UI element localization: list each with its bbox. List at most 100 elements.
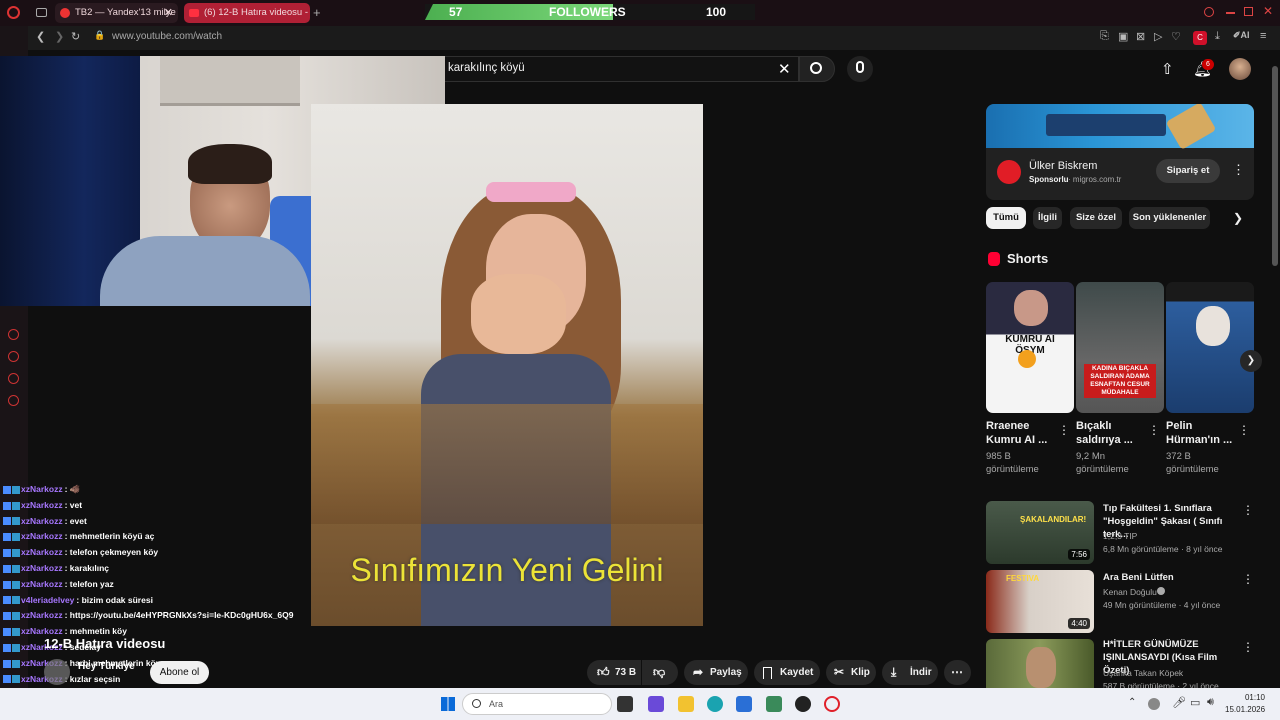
tab-overview-icon[interactable] [36,8,47,17]
url-field[interactable]: www.youtube.com/watch [112,31,222,42]
tray-volume-icon[interactable]: 🔊︎ [1207,696,1214,709]
start-menu-icon[interactable] [441,697,455,711]
share-button[interactable]: ➦ Paylaş [684,660,748,685]
chat-username[interactable]: xzNarkozz [21,500,63,510]
rec-menu-icon-3[interactable]: ⋮ [1242,640,1254,654]
sidebar-history-icon[interactable] [8,351,19,362]
clear-search-icon[interactable]: ✕ [778,60,791,78]
short-card-3[interactable] [1166,282,1254,413]
download-button[interactable]: ⤓ İndir [882,660,938,685]
file-explorer-icon[interactable] [678,696,694,712]
chat-username[interactable]: xzNarkozz [21,610,63,620]
short-title-2[interactable]: Bıçaklı saldırıya ... [1076,419,1146,447]
chat-username[interactable]: xzNarkozz [21,516,63,526]
search-tabs-icon[interactable] [1204,7,1214,17]
opera-taskbar-icon[interactable] [824,696,840,712]
rec-title-2[interactable]: Ara Beni Lütfen [1103,571,1243,584]
rec-thumb-1[interactable]: ŞAKALANDILAR! 7:56 [986,501,1094,564]
short-title-1[interactable]: Rraenee Kumru AI ... [986,419,1056,447]
chat-username[interactable]: xzNarkozz [21,579,63,589]
bookmark-icon[interactable]: ⎘ [1100,30,1109,43]
chip-all[interactable]: Tümü [986,207,1026,229]
minimize-icon[interactable] [1226,12,1235,14]
short-card-1[interactable]: KUMRU AI ÖSYM [986,282,1074,413]
short-card-2[interactable]: KADINA BIÇAKLA SALDIRAN ADAMA ESNAFTAN C… [1076,282,1164,413]
chat-username[interactable]: xzNarkozz [21,563,63,573]
upload-icon[interactable]: ⇧ [1161,60,1174,78]
ad-menu-icon[interactable]: ⋮ [1232,162,1245,178]
chip-for-you[interactable]: Size özel [1070,207,1122,229]
chips-next-icon[interactable]: ❯ [1233,211,1243,225]
tab-yandex[interactable]: TB2 — Yandex'13 milye ✕ [55,3,178,23]
clip-button[interactable]: ✂ Klip [826,660,876,685]
extensions-icon[interactable]: ⊠ [1136,30,1145,43]
sponsored-ad-card[interactable]: Ülker Biskrem Sponsorlu · migros.com.tr … [986,104,1254,200]
ai-icon[interactable]: ✐AI [1233,30,1250,41]
rec-channel-1[interactable]: 1,2,3 TIP [1103,530,1253,542]
page-scrollbar[interactable] [1272,56,1278,688]
voice-search-button[interactable] [847,56,873,82]
rec-channel-3[interactable]: Uşanka Takan Köpek [1103,667,1253,679]
account-avatar[interactable] [1229,58,1251,80]
short-menu-icon-1[interactable]: ⋮ [1058,423,1070,437]
like-button[interactable]: 👍︎ 73 B [587,660,641,685]
short-menu-icon-2[interactable]: ⋮ [1148,423,1160,437]
clock-date[interactable]: 15.01.2026 [1225,705,1265,714]
sidebar-settings-icon[interactable] [8,395,19,406]
menu-icon[interactable]: ≡ [1260,30,1266,42]
sidebar-chat-icon[interactable] [8,373,19,384]
task-view-icon[interactable] [617,696,633,712]
channel-avatar[interactable] [44,659,70,685]
store-icon[interactable] [736,696,752,712]
tray-chevron-icon[interactable]: ⌃ [1128,697,1136,708]
new-tab-icon[interactable]: + [313,5,321,20]
scrollbar-thumb[interactable] [1272,66,1278,266]
play-icon[interactable]: ▷ [1154,30,1162,43]
short-title-3[interactable]: Pelin Hürman'ın ... [1166,419,1236,447]
tray-network-icon[interactable]: ▭ [1190,696,1200,709]
taskbar-search-box[interactable]: Ara [462,693,612,715]
tray-mic-icon[interactable]: 🎤︎ [1172,696,1186,709]
back-icon[interactable]: ❮ [36,30,45,43]
tray-app-icon[interactable] [1148,698,1160,710]
obs-icon[interactable] [795,696,811,712]
dislike-button[interactable]: 👎︎ [642,660,678,685]
close-window-icon[interactable]: ✕ [1263,4,1273,18]
app-icon[interactable] [766,696,782,712]
rec-menu-icon-1[interactable]: ⋮ [1242,503,1254,517]
video-player[interactable]: Sınıfımızın Yeni Gelini [311,104,703,626]
edge-icon[interactable] [707,696,723,712]
clock-time[interactable]: 01:10 [1229,693,1265,702]
chat-username[interactable]: v4leriadelvey [21,595,74,605]
shorts-next-button[interactable]: ❯ [1240,350,1262,372]
snapshot-icon[interactable]: ▣ [1118,30,1128,43]
more-actions-button[interactable]: ⋯ [944,660,971,685]
opera-logo-icon[interactable] [7,6,20,19]
rec-menu-icon-2[interactable]: ⋮ [1242,572,1254,586]
short-menu-icon-3[interactable]: ⋮ [1238,423,1250,437]
save-button[interactable]: Kaydet [754,660,820,685]
chip-related[interactable]: İlgili [1033,207,1062,229]
close-tab-icon[interactable]: ✕ [164,3,173,23]
chat-username[interactable]: xzNarkozz [21,484,63,494]
vpn-badge-icon[interactable]: C [1193,31,1207,45]
reload-icon[interactable]: ↻ [71,30,80,43]
maximize-icon[interactable] [1244,7,1253,16]
tab-youtube[interactable]: (6) 12-B Hatıra videosu - Y [184,3,310,23]
chat-username[interactable]: xzNarkozz [21,626,63,636]
search-input[interactable]: karakılınç köyü [448,62,525,74]
sidebar-clock-icon[interactable] [8,329,19,340]
chat-username[interactable]: xzNarkozz [21,531,63,541]
heart-icon[interactable]: ♡ [1171,30,1181,43]
chat-username[interactable]: xzNarkozz [21,547,63,557]
rec-thumb-2[interactable]: FESTIVA 4:40 [986,570,1094,633]
download-icon[interactable]: ⤓ [1215,30,1220,43]
ad-cta-button[interactable]: Sipariş et [1156,159,1220,183]
widgets-icon[interactable] [648,696,664,712]
chip-recent[interactable]: Son yüklenenler [1129,207,1210,229]
forward-icon[interactable]: ❯ [55,30,64,43]
rec-channel-2[interactable]: Kenan Doğulu [1103,586,1253,598]
subscribe-button[interactable]: Abone ol [150,661,209,684]
rec-thumb-3[interactable] [986,639,1094,688]
search-button[interactable] [799,56,835,82]
